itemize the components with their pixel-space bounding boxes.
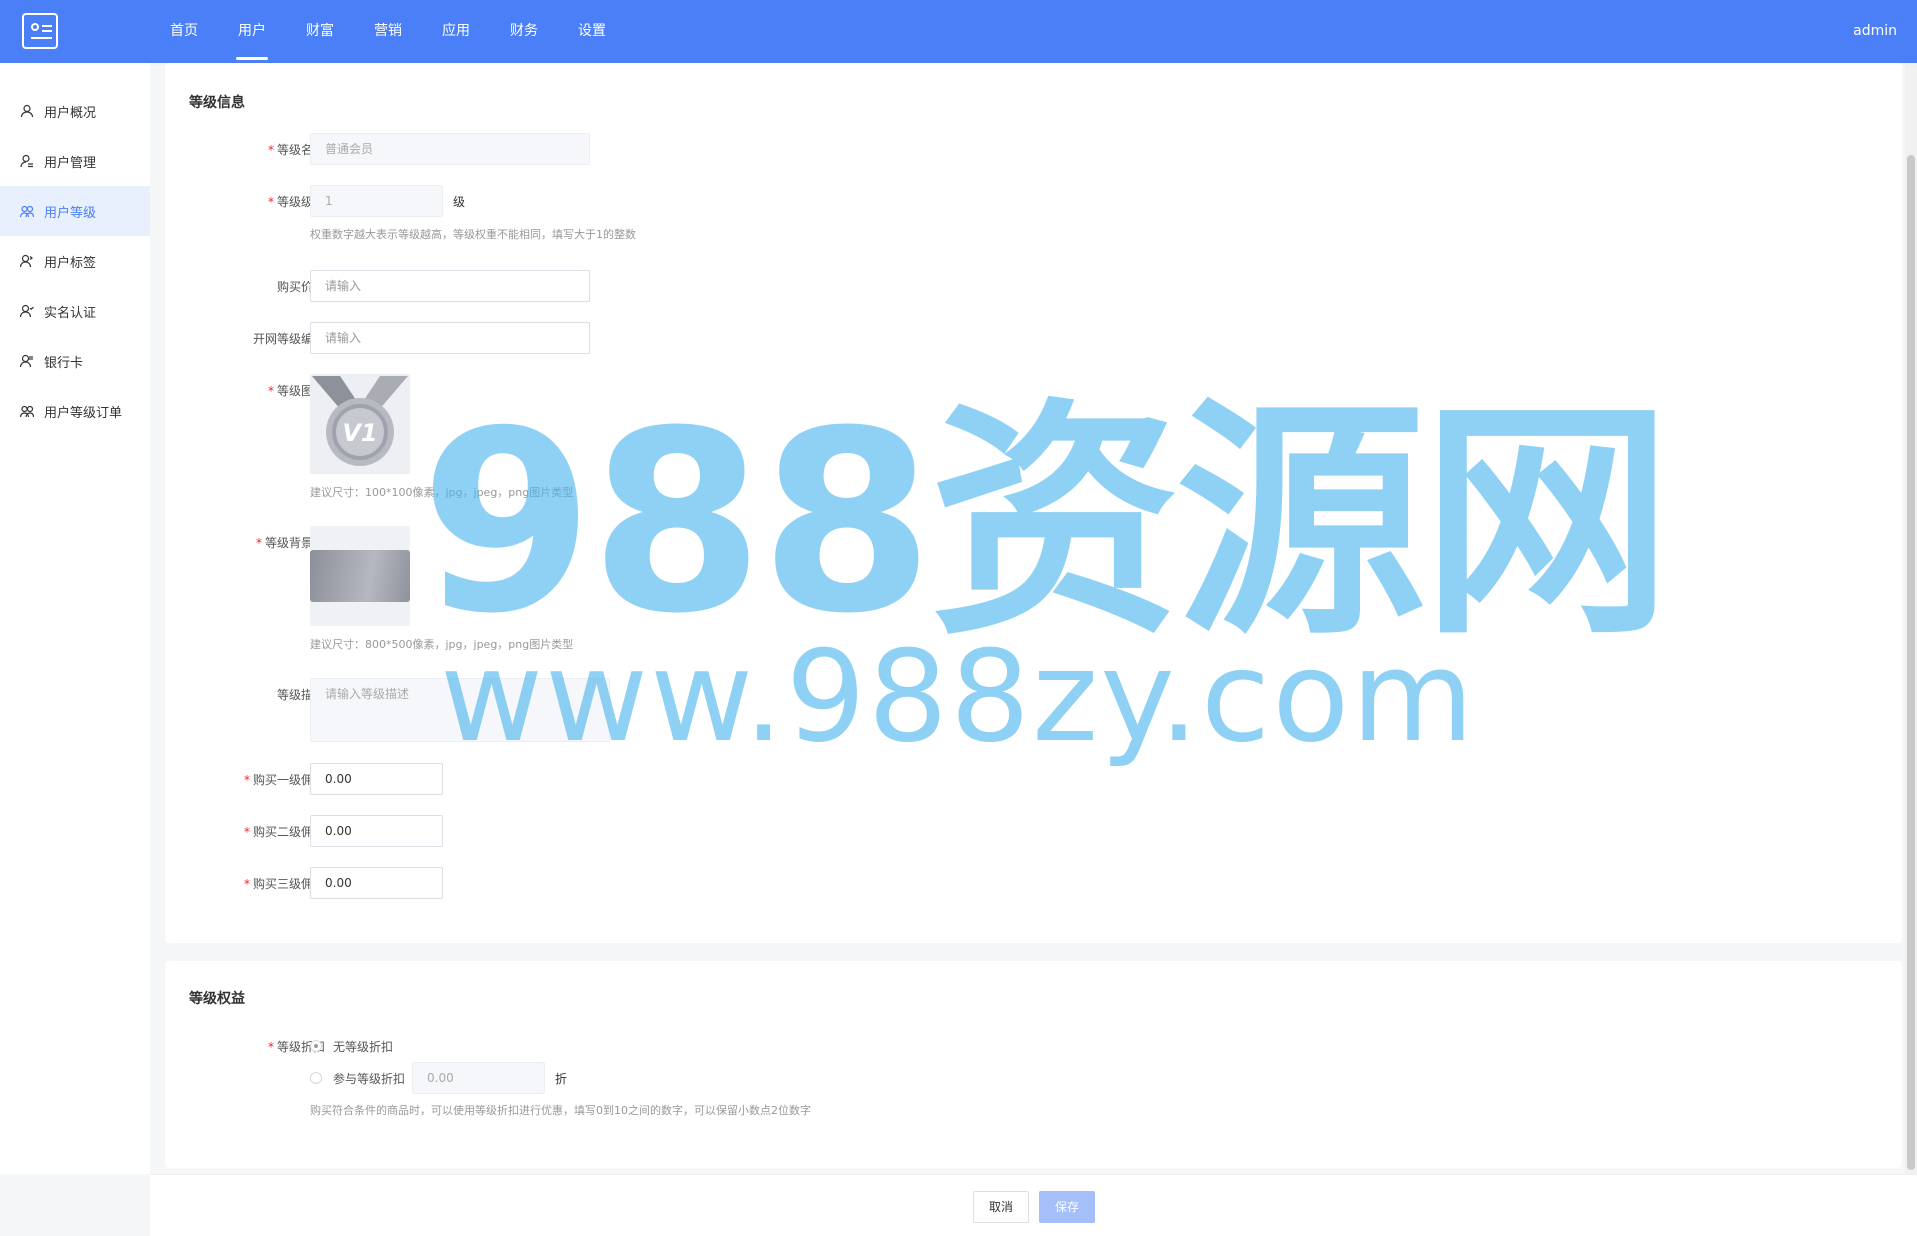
level-rank-hint: 权重数字越大表示等级越高，等级权重不能相同，填写大于1的整数: [310, 228, 636, 241]
sidebar-item-level[interactable]: 用户等级: [0, 186, 150, 236]
nav-apps[interactable]: 应用: [422, 0, 490, 63]
top-bar: 首页 用户 财富 营销 应用 财务 设置 admin: [0, 0, 1917, 63]
medal-icon: V1: [310, 374, 410, 474]
sidebar-item-tag[interactable]: 用户标签: [0, 236, 150, 286]
sidebar-item-manage[interactable]: 用户管理: [0, 136, 150, 186]
nav-finance[interactable]: 财务: [490, 0, 558, 63]
user-icon: [20, 104, 34, 118]
sidebar-item-label: 实名认证: [44, 305, 97, 321]
radio-join-discount-label[interactable]: 参与等级折扣: [333, 1070, 405, 1087]
watermark-url: www.988zy.com: [440, 623, 1477, 770]
section-title: 等级信息: [189, 95, 245, 111]
sidebar: 用户概况 用户管理 用户等级 用户标签 实名认证 银行卡 用户等级订单: [0, 63, 150, 1174]
sidebar-item-label: 银行卡: [44, 355, 84, 371]
sidebar-item-overview[interactable]: 用户概况: [0, 86, 150, 136]
level-icon-upload[interactable]: V1: [310, 374, 410, 474]
sidebar-item-label: 用户等级: [44, 205, 97, 221]
level-code-input[interactable]: 请输入: [310, 322, 590, 354]
user-verify-icon: [20, 304, 34, 318]
cancel-button[interactable]: 取消: [973, 1191, 1029, 1223]
level-icon-label: * 等级图标: [267, 384, 325, 398]
price-label: 购买价格: [276, 280, 325, 294]
svg-text:V1: V1: [342, 419, 377, 447]
radio-no-discount[interactable]: [310, 1040, 322, 1052]
discount-input[interactable]: 0.00: [412, 1062, 545, 1094]
commission3-label: * 购买三级佣金: [243, 877, 325, 891]
level-rank-input[interactable]: 1: [310, 185, 443, 217]
commission2-label: * 购买二级佣金: [243, 825, 325, 839]
nav-marketing[interactable]: 营销: [354, 0, 422, 63]
level-benefits-card: 等级权益 * 等级折扣 无等级折扣 参与等级折扣 0.00 折 购买符合条件的商品…: [165, 961, 1902, 1168]
discount-label: * 等级折扣: [267, 1040, 325, 1054]
form-footer: 取消 保存: [150, 1174, 1917, 1236]
user-name[interactable]: admin: [1853, 0, 1897, 63]
level-bg-preview: [310, 550, 410, 602]
sidebar-item-label: 用户标签: [44, 255, 97, 271]
price-input[interactable]: 请输入: [310, 270, 590, 302]
description-label: 等级描述: [276, 688, 325, 702]
user-manage-icon: [20, 154, 33, 168]
bank-card-icon: [20, 354, 33, 368]
sidebar-item-label: 用户管理: [44, 155, 97, 171]
logo-icon[interactable]: [22, 13, 58, 49]
radio-no-discount-label[interactable]: 无等级折扣: [333, 1038, 393, 1055]
nav-home[interactable]: 首页: [150, 0, 218, 63]
level-code-label: 开网等级编号: [252, 332, 325, 346]
level-name-input[interactable]: 普通会员: [310, 133, 590, 165]
user-tag-icon: [20, 254, 33, 268]
watermark-title: 988资源网: [420, 377, 1672, 668]
level-rank-label: * 等级级别: [267, 195, 325, 209]
users-order-icon: [20, 405, 34, 418]
nav-settings[interactable]: 设置: [558, 0, 626, 63]
section-title: 等级权益: [189, 991, 245, 1007]
save-button[interactable]: 保存: [1039, 1191, 1095, 1223]
discount-unit: 折: [555, 1072, 568, 1086]
scrollbar-thumb[interactable]: [1907, 155, 1915, 1170]
commission3-input[interactable]: 0.00: [310, 867, 443, 899]
level-bg-label: * 等级背景图: [255, 536, 325, 550]
top-nav: 首页 用户 财富 营销 应用 财务 设置: [150, 0, 626, 63]
sidebar-item-label: 用户概况: [44, 105, 97, 121]
level-rank-unit: 级: [453, 195, 466, 209]
sidebar-item-verify[interactable]: 实名认证: [0, 286, 150, 336]
level-name-label: * 等级名称: [267, 143, 325, 157]
nav-wealth[interactable]: 财富: [286, 0, 354, 63]
radio-join-discount[interactable]: [310, 1072, 322, 1084]
commission2-input[interactable]: 0.00: [310, 815, 443, 847]
commission1-input[interactable]: 0.00: [310, 763, 443, 795]
discount-hint: 购买符合条件的商品时，可以使用等级折扣进行优惠，填写0到10之间的数字，可以保留…: [310, 1104, 811, 1117]
level-bg-upload[interactable]: [310, 526, 410, 626]
nav-user[interactable]: 用户: [218, 0, 286, 63]
users-icon: [20, 205, 34, 218]
sidebar-item-bank-card[interactable]: 银行卡: [0, 336, 150, 386]
sidebar-item-level-orders[interactable]: 用户等级订单: [0, 386, 150, 436]
sidebar-item-label: 用户等级订单: [44, 405, 123, 421]
commission1-label: * 购买一级佣金: [243, 773, 325, 787]
